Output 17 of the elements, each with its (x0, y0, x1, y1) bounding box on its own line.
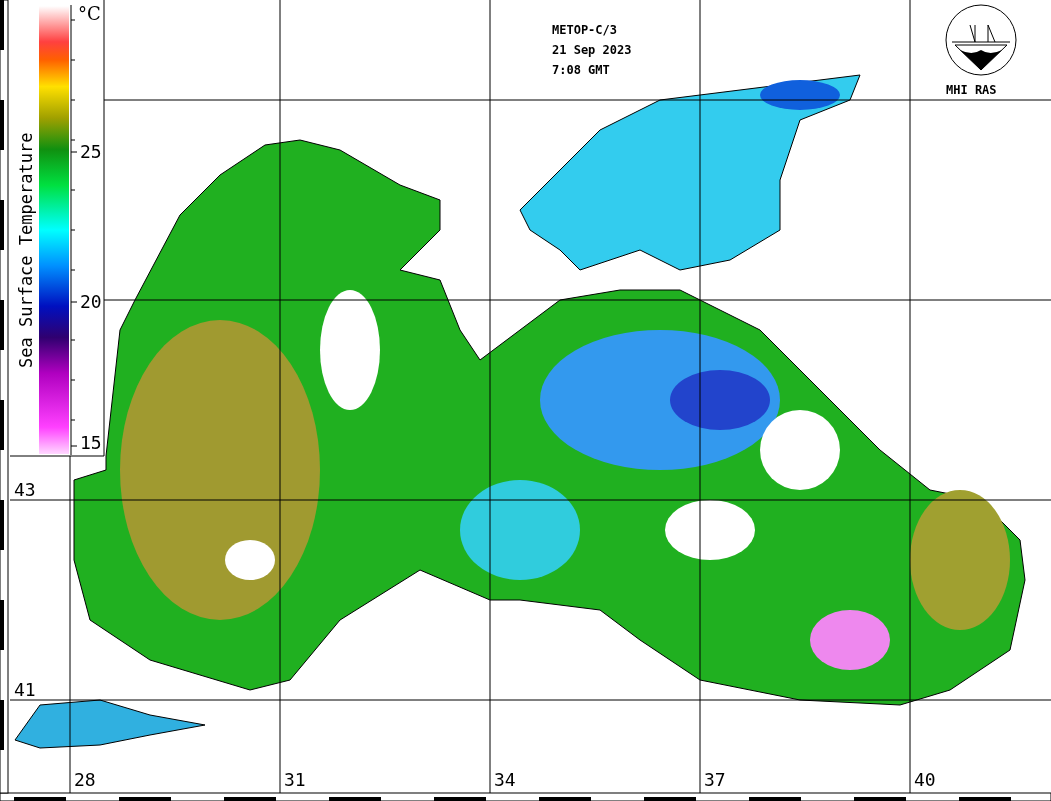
latitude-label: 43 (14, 479, 36, 500)
longitude-label: 34 (494, 769, 516, 790)
scale-tick-label: 20 (80, 291, 102, 312)
scale-tick-label: 25 (80, 141, 102, 162)
longitude-label: 37 (704, 769, 726, 790)
caption-line: 21 Sep 2023 (552, 43, 632, 57)
logo-text: MHI RAS (946, 83, 997, 97)
caption-line: 7:08 GMT (552, 63, 610, 77)
legend-title: Sea Surface Temperature (16, 132, 36, 368)
longitude-label: 31 (284, 769, 306, 790)
latitude-label: 41 (14, 679, 36, 700)
caption-line: METOP-C/3 (552, 23, 618, 37)
longitude-label: 40 (914, 769, 936, 790)
longitude-label: 28 (74, 769, 96, 790)
scale-tick-label: 15 (80, 432, 102, 453)
logo-emblem-icon (945, 4, 1017, 76)
unit-label: °C (78, 3, 101, 24)
